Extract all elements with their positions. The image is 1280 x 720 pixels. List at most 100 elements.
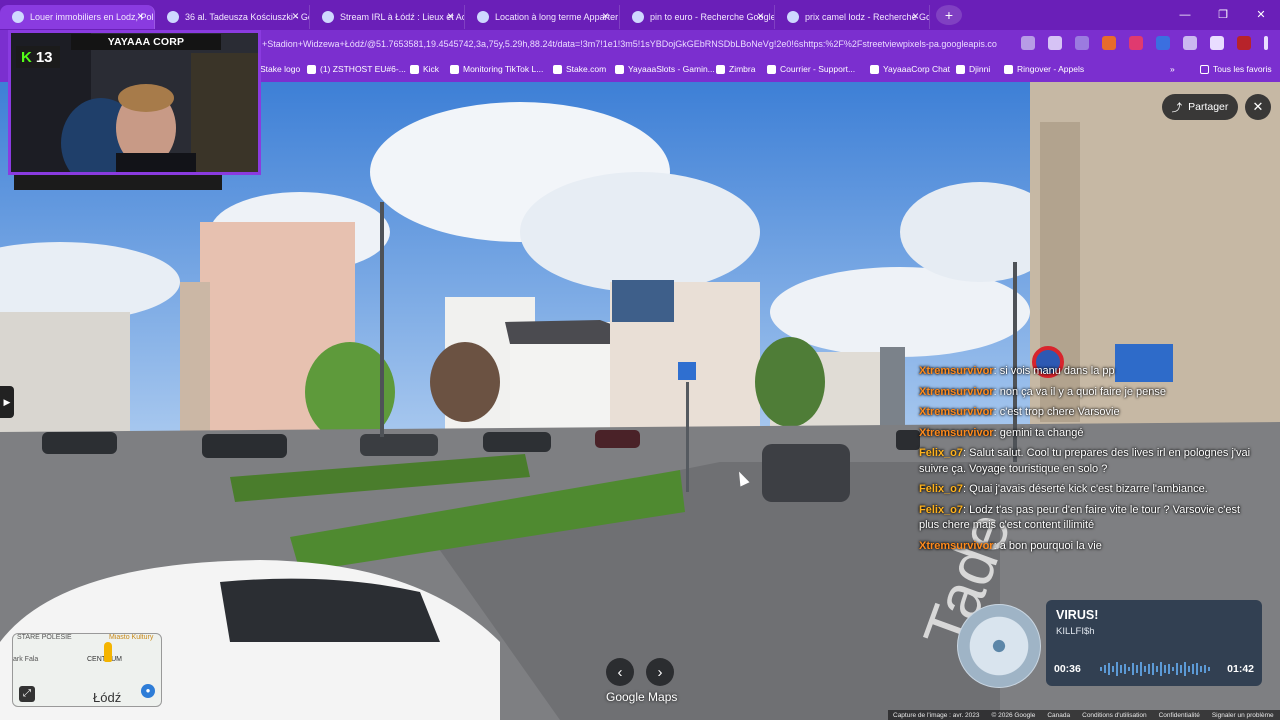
minimize-icon[interactable]: — — [1166, 0, 1204, 30]
tab-close-icon[interactable]: × — [447, 9, 454, 23]
new-tab-button[interactable]: + — [936, 5, 962, 25]
install-icon[interactable] — [1021, 36, 1035, 50]
chat-text: : gemini ta changé — [993, 426, 1084, 439]
chat-message: Xtremsurvivor: non ça va il y a quoi fai… — [919, 385, 1259, 401]
bookmark-favicon-icon — [553, 64, 562, 74]
streetview-footer: Capture de l'image : avr. 2023 © 2026 Goo… — [888, 710, 1280, 720]
chat-message: Felix_o7: Lodz t'as pas peur d'en faire … — [919, 503, 1259, 534]
extension-icon[interactable] — [1075, 36, 1089, 50]
bookmark-item[interactable]: Kick — [410, 64, 439, 74]
pegman-icon[interactable] — [104, 642, 112, 662]
bookmark-label: Courrier - Support... — [780, 64, 856, 74]
minimap-label: ark Fala — [13, 656, 39, 663]
chat-text: : c'est trop chere Varsovie — [993, 406, 1120, 418]
side-panel-toggle[interactable]: ▶ — [0, 386, 14, 418]
viewer-count: 13 — [35, 48, 53, 66]
previous-arrow-button[interactable]: ‹ — [606, 658, 634, 686]
maximize-icon[interactable]: ❐ — [1204, 0, 1242, 30]
bookmark-label: Stake logo — [260, 64, 301, 74]
tab-favicon-icon — [322, 11, 334, 23]
kick-viewer-badge: K 13 — [16, 46, 60, 68]
puzzle-icon[interactable] — [1183, 36, 1197, 50]
chat-username: Felix_o7 — [919, 447, 964, 459]
bookmark-item[interactable]: Ringover - Appels — [1004, 64, 1084, 74]
bookmark-favicon-icon — [870, 64, 879, 74]
browser-tab[interactable]: 36 al. Tadeusza Kościuszki - Go × — [155, 5, 310, 29]
browser-tab[interactable]: prix camel lodz - Recherche Go × — [775, 5, 930, 29]
bookmark-label: Kick — [423, 64, 440, 74]
music-player-widget: VIRUS! KILLFI$h 00:36 01:42 — [1046, 600, 1262, 686]
browser-tab[interactable]: pin to euro - Recherche Google × — [620, 5, 775, 29]
bookmark-item[interactable]: Zimbra — [716, 64, 755, 74]
toolbar-icons — [1021, 36, 1268, 50]
tab-close-icon[interactable]: × — [757, 9, 764, 23]
chat-username: Felix_o7 — [919, 483, 964, 495]
webcam-bottom-bar — [14, 175, 222, 190]
all-favorites-folder[interactable]: Tous les favoris — [1200, 64, 1272, 74]
bookmark-label: YayaaaSlots - Gamin... — [628, 64, 715, 74]
bookmark-favicon-icon — [716, 64, 725, 74]
bookmarks-overflow-icon[interactable]: » — [1170, 64, 1175, 74]
bookmark-item[interactable]: Djinni — [956, 64, 990, 74]
extension-icon[interactable] — [1102, 36, 1116, 50]
tab-favicon-icon — [167, 11, 179, 23]
browser-tab[interactable]: Louer immobiliers en Lodz, Pol × — [0, 5, 155, 29]
album-disc-icon — [957, 604, 1041, 688]
bookmark-label: Monitoring TikTok L... — [463, 64, 544, 74]
google-maps-brand: Google Maps — [606, 690, 678, 704]
tab-close-icon[interactable]: × — [912, 9, 919, 23]
tab-favicon-icon — [632, 11, 644, 23]
track-elapsed: 00:36 — [1054, 663, 1081, 675]
next-arrow-button[interactable]: › — [646, 658, 674, 686]
profile-icon[interactable] — [1237, 36, 1251, 50]
chat-text: : a bon pourquoi la vie — [993, 539, 1102, 552]
url-field[interactable]: +Stadion+Widzewa+Łódź/@51.7653581,19.454… — [262, 34, 1022, 54]
bookmark-item[interactable]: Stake logo — [260, 64, 300, 74]
bookmark-item[interactable]: YayaaaSlots - Gamin... — [615, 64, 715, 74]
extension-icon[interactable] — [1129, 36, 1143, 50]
footer-link[interactable]: Confidentialité — [1159, 712, 1200, 719]
close-window-icon[interactable]: ✕ — [1242, 0, 1280, 30]
bookmark-label: Djinni — [969, 64, 991, 74]
minimap-label: Miasto Kultury — [109, 634, 154, 641]
bookmark-favicon-icon — [956, 64, 965, 74]
chat-text: : Quai j'avais déserté kick c'est bizarr… — [963, 483, 1208, 495]
footer-link: © 2026 Google — [991, 711, 1036, 719]
tab-label: Location à long terme Apparter — [495, 12, 619, 22]
bookmark-label: (1) ZSTHOST EU#6-... — [320, 64, 406, 74]
download-icon[interactable] — [1210, 36, 1224, 50]
tab-close-icon[interactable]: × — [292, 9, 299, 23]
tab-close-icon[interactable]: × — [602, 9, 609, 23]
share-button[interactable]: ⤴ Partager — [1162, 94, 1238, 120]
menu-icon[interactable] — [1264, 36, 1268, 50]
folder-icon — [1200, 64, 1209, 74]
bookmark-label: Zimbra — [729, 64, 756, 74]
chat-username: Xtremsurvivor — [919, 385, 994, 398]
browser-tab[interactable]: Location à long terme Apparter × — [465, 5, 620, 29]
extension-icon[interactable] — [1156, 36, 1170, 50]
stream-chat: Xtremsurvivor: si vois manu dans la pp Xt… — [919, 364, 1259, 559]
channel-title: YAYAAA CORP — [71, 34, 221, 50]
chat-message: Felix_o7: Salut salut. Cool tu prepares … — [919, 446, 1259, 477]
bookmark-favicon-icon — [307, 64, 316, 74]
bookmark-item[interactable]: Monitoring TikTok L... — [450, 64, 543, 74]
bookmark-item[interactable]: YayaaaCorp Chat — [870, 64, 950, 74]
tab-favicon-icon — [477, 11, 489, 23]
footer-link[interactable]: Conditions d'utilisation — [1082, 712, 1146, 719]
share-icon: ⤴ — [1171, 101, 1183, 114]
bookmark-favicon-icon — [615, 64, 624, 74]
tab-close-icon[interactable]: × — [137, 9, 144, 23]
bookmark-item[interactable]: (1) ZSTHOST EU#6-... — [307, 64, 406, 74]
tab-bar: Louer immobiliers en Lodz, Pol × 36 al. Ta… — [0, 0, 1280, 30]
close-streetview-button[interactable]: ✕ — [1245, 94, 1271, 120]
bookmark-item[interactable]: Courrier - Support... — [767, 64, 855, 74]
browser-tab[interactable]: Stream IRL à Łódź : Lieux et Act × — [310, 5, 465, 29]
tab-favicon-icon — [12, 11, 24, 23]
footer-link[interactable]: Signaler un problème — [1212, 712, 1274, 719]
minimap[interactable]: STARE POLESIE Miasto Kultury ark Fala CE… — [12, 633, 162, 707]
star-icon[interactable] — [1048, 36, 1062, 50]
lock-icon[interactable]: ● — [141, 684, 155, 698]
bookmark-item[interactable]: Stake.com — [553, 64, 606, 74]
expand-icon[interactable]: ⤢ — [19, 686, 35, 702]
chat-message: Xtremsurvivor: gemini ta changé — [919, 426, 1259, 442]
